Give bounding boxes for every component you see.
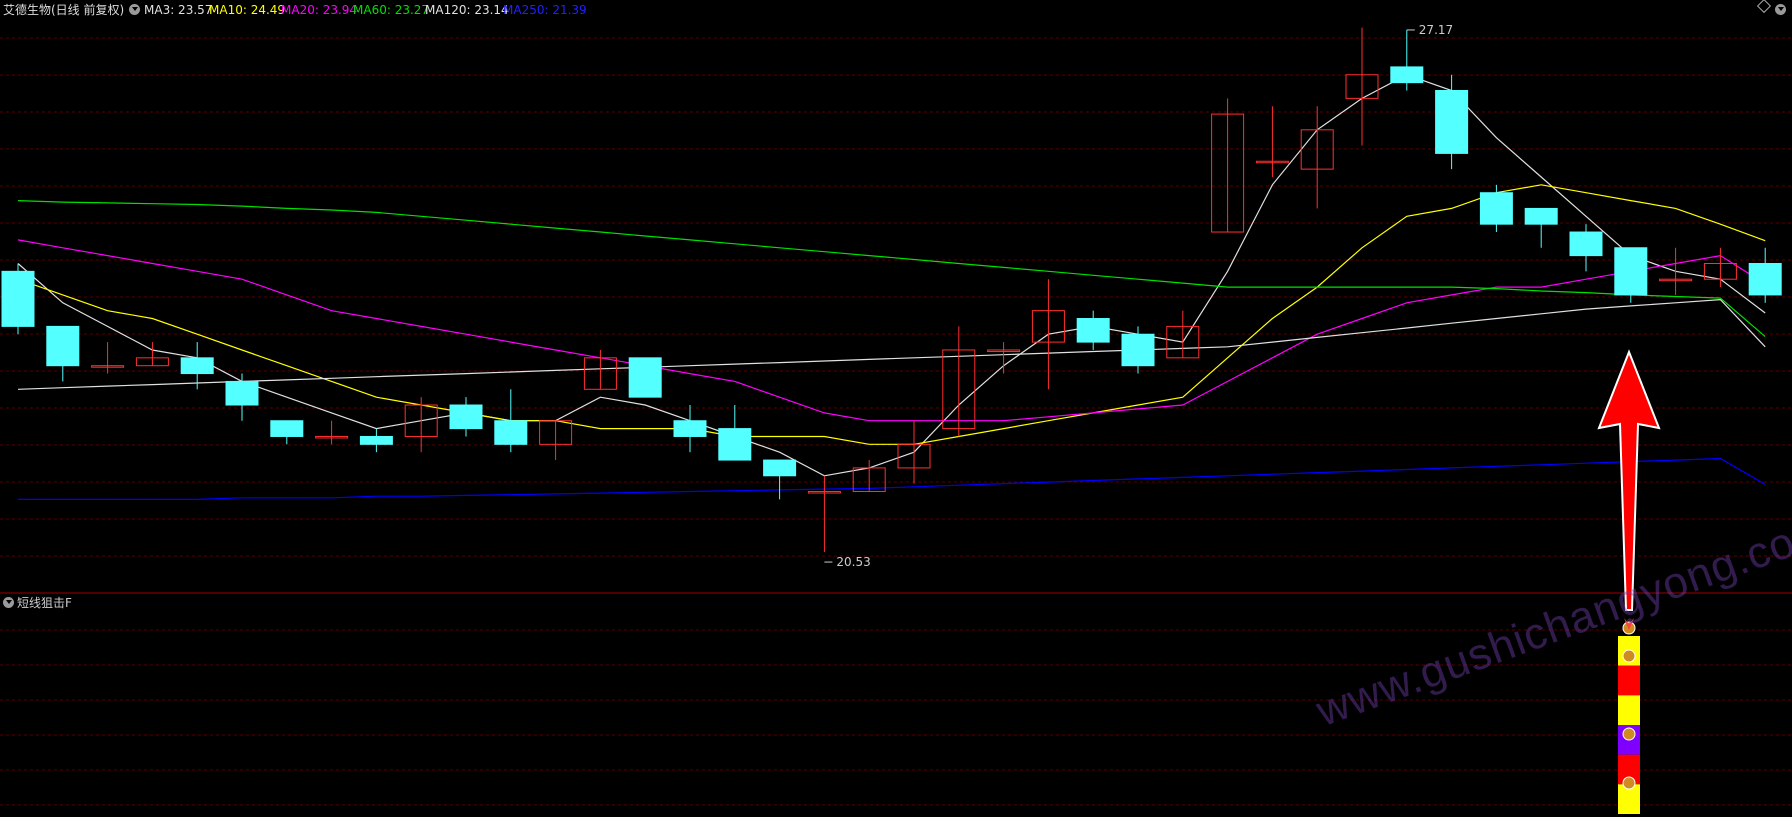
candle-down: [1748, 262, 1782, 296]
signal-block: [1618, 695, 1640, 725]
stock-title: 艾德生物(日线 前复权): [3, 3, 125, 17]
candle-down: [1569, 231, 1603, 257]
candle-down: [180, 357, 214, 375]
ma20-label: MA20: 23.94: [281, 3, 358, 17]
ma-line-ma3: [17, 74, 1766, 477]
low-price-label: 20.53: [836, 555, 870, 569]
candle-down: [763, 459, 797, 477]
candle-down: [494, 420, 528, 445]
sub-panel-collapse-icon[interactable]: [3, 597, 14, 608]
candle-down: [449, 404, 483, 430]
ma-line-ma120: [17, 298, 1766, 390]
candle-down: [359, 435, 393, 445]
money-bag-icon: [1622, 776, 1636, 790]
candle-down: [270, 420, 304, 437]
candle-down: [225, 380, 259, 406]
candle-down: [1479, 192, 1513, 225]
candle-down: [46, 325, 80, 367]
candle-down: [1435, 89, 1469, 154]
dropdown-circle-icon[interactable]: [129, 4, 140, 15]
ma-line-ma250: [18, 457, 1766, 500]
candle-down: [1, 270, 35, 327]
candle-down: [718, 428, 752, 461]
ma3-label: MA3: 23.57: [144, 3, 213, 17]
ma60-label: MA60: 23.27: [353, 3, 430, 17]
indicator-bar: 艾德生物(日线 前复权) MA3: 23.57 MA10: 24.49 MA20…: [0, 0, 1792, 20]
money-bag-icon: [1622, 727, 1636, 741]
ma10-label: MA10: 24.49: [209, 3, 286, 17]
candle-down: [673, 420, 707, 437]
ma-line-ma20: [17, 239, 1766, 422]
candle-down: [1076, 318, 1110, 343]
close-panel-icon[interactable]: [1775, 4, 1786, 15]
candle-down: [1121, 333, 1155, 367]
sub-panel-title: 短线狙击F: [17, 596, 72, 610]
diamond-icon[interactable]: [1756, 0, 1772, 14]
ma250-label: MA250: 21.39: [503, 3, 587, 17]
kline-chart[interactable]: 27.17 20.53: [0, 0, 1792, 817]
money-bag-icon: [1622, 649, 1636, 663]
high-price-label: 27.17: [1419, 23, 1453, 37]
candle-down: [1390, 66, 1424, 84]
signal-block: [1618, 665, 1640, 696]
candle-down: [1524, 207, 1558, 225]
candle-down: [628, 357, 662, 398]
candle-down: [1614, 247, 1648, 296]
ma120-label: MA120: 23.14: [425, 3, 509, 17]
